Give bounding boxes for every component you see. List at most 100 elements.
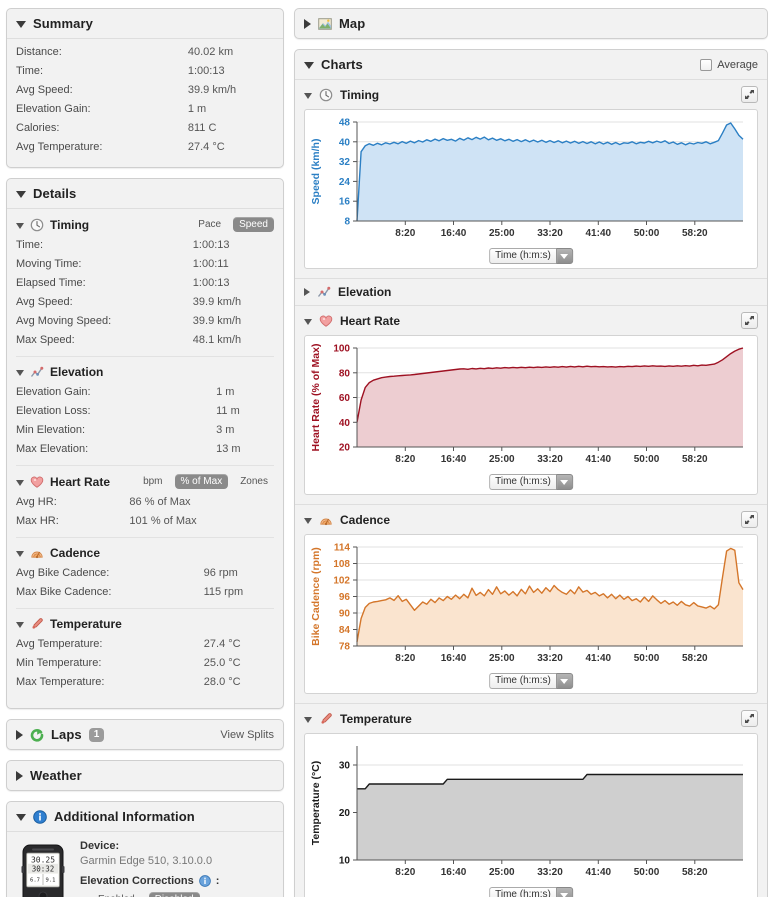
svg-text:108: 108 [333,559,350,570]
chevron-down-icon[interactable] [16,21,26,28]
elevation-corrections-option[interactable]: Disabled [148,892,200,897]
x-axis-select-timing-chart[interactable]: Time (h:m:s) [489,248,573,264]
expand-arrows-icon [745,714,754,723]
chevron-down-icon[interactable] [16,222,24,229]
expand-chart-icon[interactable] [741,86,758,103]
details-section-header-heart-rate[interactable]: Heart Rate bpm % of Max Zones [16,474,274,493]
cadence-icon [320,518,332,525]
timing-unit-option[interactable]: Speed [233,217,274,232]
chevron-down-icon[interactable] [16,191,26,198]
heart-rate-unit-toggle-group[interactable]: bpm % of Max Zones [137,474,274,489]
details-section-title: Timing [50,217,90,232]
details-row-value: 96 rpm [203,567,238,579]
details-row-label: Max Speed: [16,334,75,346]
chevron-down-icon[interactable] [304,318,312,325]
svg-text:50:00: 50:00 [634,653,660,664]
elevation-corrections-colon: : [215,875,220,887]
details-section-header-cadence[interactable]: Cadence [16,546,274,564]
device-value: Garmin Edge 510, 3.10.0.0 [80,855,213,867]
weather-header[interactable]: Weather [7,761,283,790]
heart-rate-unit-option[interactable]: % of Max [174,474,229,489]
x-axis-select-temperature-chart[interactable]: Time (h:m:s) [489,887,573,897]
details-header[interactable]: Details [7,179,283,209]
chart-header-cadence-chart[interactable]: Cadence [295,505,767,534]
chevron-down-icon[interactable] [555,474,573,490]
details-row: Elevation Loss: 11 m [16,402,274,421]
details-row-value: 28.0 °C [203,676,241,688]
additional-information-panel: Additional Information 30.25 30:32 6.7 9… [6,801,284,897]
x-axis-select-cadence-chart[interactable]: Time (h:m:s) [489,673,573,689]
details-row-label: Elapsed Time: [16,277,86,289]
details-row: Avg Temperature: 27.4 °C [16,635,274,654]
chevron-down-icon[interactable] [16,551,24,557]
laps-header[interactable]: Laps 1 View Splits [7,720,283,749]
timing-unit-toggle-group[interactable]: Pace Speed [192,217,274,232]
charts-header[interactable]: Charts Average [295,50,767,80]
summary-header[interactable]: Summary [7,9,283,39]
details-section-header-elevation[interactable]: Elevation [16,365,274,383]
expand-chart-icon[interactable] [741,312,758,329]
svg-text:40: 40 [339,418,351,429]
svg-text:90: 90 [339,609,351,620]
chevron-down-icon[interactable] [304,716,312,723]
help-info-icon[interactable] [198,875,211,887]
svg-text:16: 16 [339,197,351,208]
summary-row: Calories: 811 C [16,119,274,138]
chart-title: Heart Rate [340,313,401,328]
svg-text:33:20: 33:20 [537,228,563,239]
summary-row-label: Elevation Gain: [16,103,91,115]
weather-title: Weather [30,768,82,783]
chart-header-elevation-chart[interactable]: Elevation [295,279,767,305]
expand-arrows-icon [745,515,754,524]
elevation-icon [30,366,44,377]
expand-chart-icon[interactable] [741,511,758,528]
chevron-down-icon[interactable] [555,887,573,897]
chevron-right-icon[interactable] [16,729,23,740]
x-axis-select-label: Time (h:m:s) [489,887,556,897]
svg-text:50:00: 50:00 [634,454,660,465]
details-row-label: Max Bike Cadence: [16,586,112,598]
chevron-down-icon[interactable] [555,673,573,689]
details-row: Elevation Gain: 1 m [16,383,274,402]
additional-information-header[interactable]: Additional Information [7,802,283,832]
average-toggle[interactable]: Average [700,58,758,71]
details-row-label: Time: [16,239,44,251]
details-row-value: 1:00:11 [192,258,229,270]
chart-header-timing-chart[interactable]: Timing [295,80,767,109]
details-section-header-timing[interactable]: Timing Pace Speed [16,217,274,236]
chevron-down-icon[interactable] [555,248,573,264]
chart-header-temperature-chart[interactable]: Temperature [295,704,767,733]
chevron-down-icon[interactable] [304,517,312,524]
expand-chart-icon[interactable] [741,710,758,727]
heart-rate-unit-option[interactable]: bpm [137,474,168,489]
chevron-right-icon[interactable] [16,770,23,781]
left-column: Summary Distance: 40.02 km Time: 1:00:13 Avg… [6,8,284,897]
svg-text:8: 8 [344,217,350,228]
chevron-down-icon[interactable] [304,62,314,69]
details-row-value: 27.4 °C [203,638,241,650]
map-header[interactable]: Map [295,9,767,38]
chevron-down-icon[interactable] [16,622,24,628]
details-row-label: Min Elevation: [16,424,86,436]
chevron-right-icon[interactable] [304,18,311,29]
details-section-title: Temperature [50,617,122,631]
elevation-corrections-option[interactable]: Enabled [92,892,141,897]
chevron-right-icon[interactable] [304,288,310,296]
average-checkbox[interactable] [700,58,713,71]
summary-stats-table: Distance: 40.02 km Time: 1:00:13 Avg Speed: 3… [16,43,274,157]
details-section-header-temperature[interactable]: Temperature [16,617,274,635]
heart-rate-unit-option[interactable]: Zones [234,474,274,489]
chevron-down-icon[interactable] [16,479,24,486]
chevron-down-icon[interactable] [16,370,24,376]
svg-text:80: 80 [339,368,351,379]
view-splits-link[interactable]: View Splits [220,729,274,741]
timing-unit-option[interactable]: Pace [192,217,227,232]
chevron-down-icon[interactable] [304,92,312,99]
chart-header-heart-rate-chart[interactable]: Heart Rate [295,306,767,335]
details-row-label: Moving Time: [16,258,82,270]
svg-text:41:40: 41:40 [586,228,612,239]
x-axis-select-heart-rate-chart[interactable]: Time (h:m:s) [489,474,573,490]
chevron-down-icon[interactable] [16,814,26,821]
elevation-corrections-toggle[interactable]: Enabled Disabled [80,892,274,897]
svg-text:96: 96 [339,592,351,603]
